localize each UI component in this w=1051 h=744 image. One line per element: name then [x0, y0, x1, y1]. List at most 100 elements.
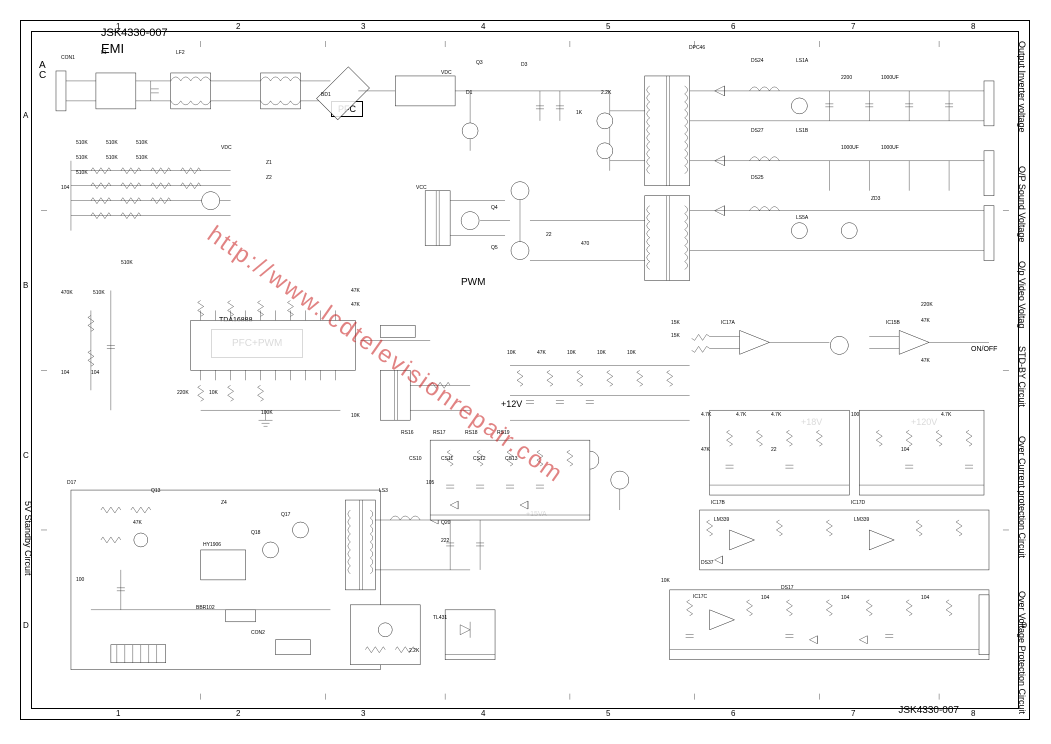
grid-col-6-bot: 6	[731, 709, 735, 718]
ref-z2: Z2	[266, 176, 272, 181]
ref-z1: Z1	[266, 161, 272, 166]
ref-r510k-5: 510K	[106, 156, 118, 161]
part-number-top: JSK4330-007	[101, 27, 168, 39]
ref-222: 222	[441, 539, 449, 544]
side-label-standby: STD-BY Circuit	[1017, 346, 1027, 407]
side-label-video: O/p Video Voltag	[1017, 261, 1027, 328]
ref-r510k-9: 510K	[121, 261, 133, 266]
grid-row-b-left: B	[23, 281, 28, 290]
ref-rs18: RS18	[465, 431, 478, 436]
ref-c1000-3: 1000UF	[881, 146, 899, 151]
grid-row-a-left: A	[23, 111, 28, 120]
ref-ic17b-label: IC15B	[886, 321, 900, 326]
ref-cs12: CS12	[473, 457, 486, 462]
ref-c1000-2: 1000UF	[841, 146, 859, 151]
ref-r510k-1: 510K	[76, 141, 88, 146]
ref-ds24: DS24	[751, 59, 764, 64]
grid-col-4-top: 4	[481, 22, 485, 31]
ref-r10k-7: 10K	[627, 351, 636, 356]
grid-col-3-top: 3	[361, 22, 365, 31]
ref-bd1: BD1	[321, 93, 331, 98]
ref-q13: Q13	[151, 489, 160, 494]
ref-r44r: 47K	[701, 448, 710, 453]
ref-ls3: LS3	[379, 489, 388, 494]
grid-col-3-bot: 3	[361, 709, 365, 718]
ref-cs11: CS11	[441, 457, 453, 462]
ref-q17: Q17	[281, 513, 290, 518]
ref-d3: D3	[521, 63, 527, 68]
ref-r2k2: 2.2K	[601, 91, 611, 96]
ref-ls1b: LS1B	[796, 129, 808, 134]
grid-row-d-left: D	[23, 621, 29, 630]
ref-q18: Q18	[251, 531, 260, 536]
ref-z4: Z4	[221, 501, 227, 506]
ref-q4: Q4	[491, 206, 498, 211]
ref-c104-2: 104	[901, 448, 909, 453]
ref-ic17d: IC17D	[851, 501, 865, 506]
ref-con1: CON1	[61, 56, 75, 61]
part-number-bottom: JSK4330-007	[898, 705, 959, 716]
side-label-overvoltage: Over Voltage Protection Circuit	[1017, 591, 1027, 714]
ref-rs16: RS16	[401, 431, 414, 436]
grid-col-1-top: 1	[116, 22, 120, 31]
ref-c2200: 2200	[841, 76, 852, 81]
ref-ds27: DS27	[751, 129, 764, 134]
ref-r287k: 2.2K	[409, 649, 419, 654]
ref-ds25: DS25	[751, 176, 764, 181]
grid-col-5-top: 5	[606, 22, 610, 31]
ref-ls1a: LS1A	[796, 59, 808, 64]
ref-q3: Q3	[476, 61, 483, 66]
ref-r100-2: 100	[851, 413, 859, 418]
ref-r22-2: 22	[546, 233, 552, 238]
grid-col-2-top: 2	[236, 22, 240, 31]
ref-r44r-3: 47K	[537, 351, 546, 356]
ref-r120k: 100K	[261, 411, 273, 416]
ref-r47k-5: 4.7K	[736, 413, 746, 418]
ref-d1: D1	[466, 91, 472, 96]
ref-zd3: ZD3	[871, 197, 880, 202]
ref-q5: Q5	[491, 246, 498, 251]
ref-c104-4: 104	[841, 596, 849, 601]
ref-ic17c: IC17C	[693, 595, 707, 600]
ref-rs19: RS19	[497, 431, 510, 436]
ref-dpc46: DPC46	[689, 46, 705, 51]
ref-c17: 104	[61, 371, 69, 376]
ref-r10k-2: 10K	[209, 391, 218, 396]
ref-tl431: TL431	[433, 616, 447, 621]
side-label-sound: O/P Sound Voltage	[1017, 166, 1027, 242]
ref-r10k-4: 10K	[661, 579, 670, 584]
ref-r510k-8: 510K	[93, 291, 105, 296]
ref-r510k-6: 510K	[136, 156, 148, 161]
ref-d17: D17	[67, 481, 76, 486]
ref-lm339: LM339	[714, 518, 729, 523]
grid-col-8-top: 8	[971, 22, 975, 31]
grid-col-4-bot: 4	[481, 709, 485, 718]
grid-col-2-bot: 2	[236, 709, 240, 718]
ref-r44r-2: 470	[581, 242, 589, 247]
grid-col-7-bot: 7	[851, 709, 855, 718]
ref-r510k-7: 510K	[76, 171, 88, 176]
ref-bbr102: BBR102	[196, 606, 215, 611]
grid-col-5-bot: 5	[606, 709, 610, 718]
grid-col-1-bot: 1	[116, 709, 120, 718]
ref-ds37: DS37	[701, 561, 714, 566]
ref-cs13: CS13	[505, 457, 518, 462]
grid-col-8-bot: 8	[971, 709, 975, 718]
side-label-standby5v: 5V Standby Circuit	[23, 501, 33, 576]
ref-c18: 104	[91, 371, 99, 376]
ref-r510k-2: 510K	[106, 141, 118, 146]
ref-r47k-7: 4.7K	[941, 413, 951, 418]
ref-r10k: 10K	[507, 351, 516, 356]
ref-r680k: 470K	[61, 291, 73, 296]
ref-r47k: 47K	[351, 289, 360, 294]
ref-cs10: CS10	[409, 457, 422, 462]
ref-lf2: LF2	[176, 51, 185, 56]
grid-col-7-top: 7	[851, 22, 855, 31]
ref-ls5a: LS5A	[796, 216, 808, 221]
ref-r220k-2: 220K	[921, 303, 933, 308]
grid-col-6-top: 6	[731, 22, 735, 31]
ref-r47k-3: 47K	[133, 521, 142, 526]
ref-c104-1: 104	[61, 186, 69, 191]
ref-con2: CON2	[251, 631, 265, 636]
ref-r47k-9: 47K	[921, 359, 930, 364]
